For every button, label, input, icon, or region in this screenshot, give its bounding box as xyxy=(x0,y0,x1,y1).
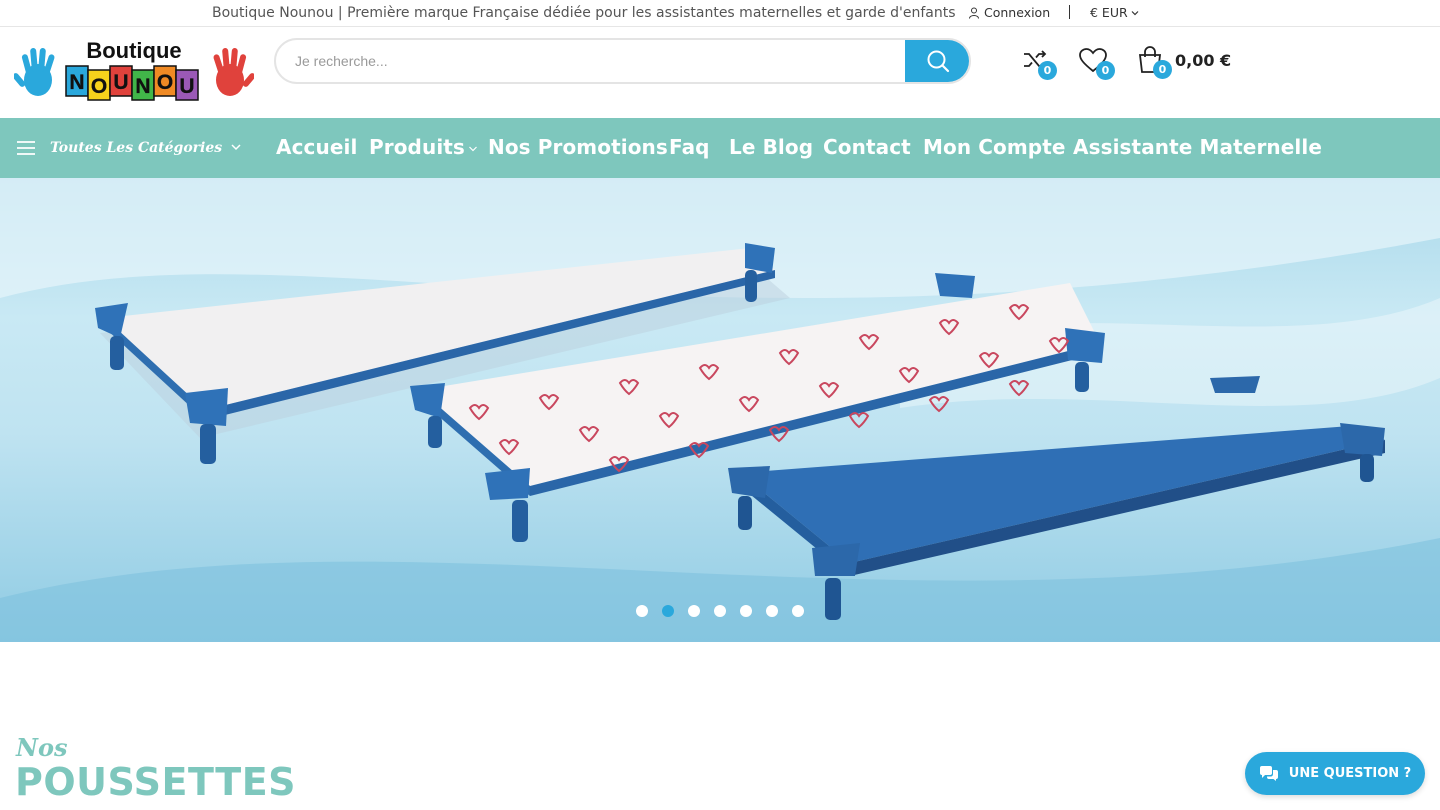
slider-dot[interactable] xyxy=(688,605,700,617)
slider-dot-active[interactable] xyxy=(662,605,674,617)
categories-label: Toutes Les Catégories xyxy=(50,140,223,156)
section-title: POUSSETTES xyxy=(15,760,297,804)
chevron-down-icon xyxy=(1131,10,1139,15)
nav-item-faq[interactable]: Faq xyxy=(669,135,710,159)
site-logo[interactable]: Boutique N O U N O U xyxy=(12,36,256,104)
nav-item-contact[interactable]: Contact xyxy=(823,135,911,159)
logo-letter-3: U xyxy=(113,71,128,94)
divider xyxy=(1069,5,1070,19)
logo-letter-6: U xyxy=(179,75,194,98)
cart-count-badge: 0 xyxy=(1153,60,1172,79)
nav-item-blog[interactable]: Le Blog xyxy=(729,135,813,159)
categories-dropdown[interactable]: Toutes Les Catégories xyxy=(16,118,256,178)
compare-count-badge: 0 xyxy=(1038,61,1057,80)
question-label: UNE QUESTION ? xyxy=(1288,766,1412,781)
currency-label: € EUR xyxy=(1090,5,1128,20)
top-bar: Boutique Nounou | Première marque França… xyxy=(0,0,1440,27)
logo-letter-4: N xyxy=(135,75,150,98)
menu-icon xyxy=(17,141,35,155)
slider-dot[interactable] xyxy=(714,605,726,617)
wishlist-button[interactable]: 0 xyxy=(1079,46,1115,80)
slider-dot[interactable] xyxy=(740,605,752,617)
logo-letter-1: N xyxy=(69,71,84,94)
slider-dot[interactable] xyxy=(766,605,778,617)
chevron-down-icon xyxy=(469,146,477,151)
hero-slider[interactable] xyxy=(0,178,1440,642)
logo-graphic: Boutique N O U N O U xyxy=(12,38,256,101)
slider-pagination xyxy=(636,605,804,617)
currency-selector[interactable]: € EUR xyxy=(1090,5,1139,20)
chat-bubbles-icon xyxy=(1259,765,1278,781)
search-bar xyxy=(274,38,971,84)
site-tagline: Boutique Nounou | Première marque França… xyxy=(212,5,956,21)
search-input[interactable] xyxy=(276,40,908,82)
login-link[interactable]: Connexion xyxy=(968,5,1050,20)
cart-total[interactable]: 0,00 € xyxy=(1175,51,1231,70)
slider-dot[interactable] xyxy=(636,605,648,617)
nav-item-accueil[interactable]: Accueil xyxy=(276,135,357,159)
logo-line1: Boutique xyxy=(86,38,181,63)
question-chat-button[interactable]: UNE QUESTION ? xyxy=(1245,752,1425,795)
compare-button[interactable]: 0 xyxy=(1021,46,1057,80)
logo-letter-2: O xyxy=(91,75,107,98)
chevron-down-icon xyxy=(231,144,241,151)
main-navigation: Toutes Les Catégories Accueil Produits N… xyxy=(0,118,1440,178)
nav-item-produits[interactable]: Produits xyxy=(369,135,478,159)
wishlist-count-badge: 0 xyxy=(1096,61,1115,80)
search-icon xyxy=(927,50,950,73)
logo-letter-5: O xyxy=(157,71,173,94)
cart-button[interactable]: 0 xyxy=(1136,46,1172,79)
section-subtitle: Nos xyxy=(16,733,68,762)
slide-image xyxy=(0,178,1440,642)
nav-item-assistante[interactable]: Assistante Maternelle xyxy=(1073,135,1322,159)
login-label: Connexion xyxy=(984,5,1051,20)
slider-dot[interactable] xyxy=(792,605,804,617)
nav-item-account[interactable]: Mon Compte xyxy=(923,135,1066,159)
nav-item-produits-label: Produits xyxy=(369,135,465,159)
nav-item-promotions[interactable]: Nos Promotions xyxy=(488,135,668,159)
user-icon xyxy=(969,7,979,19)
search-button[interactable] xyxy=(905,40,969,82)
